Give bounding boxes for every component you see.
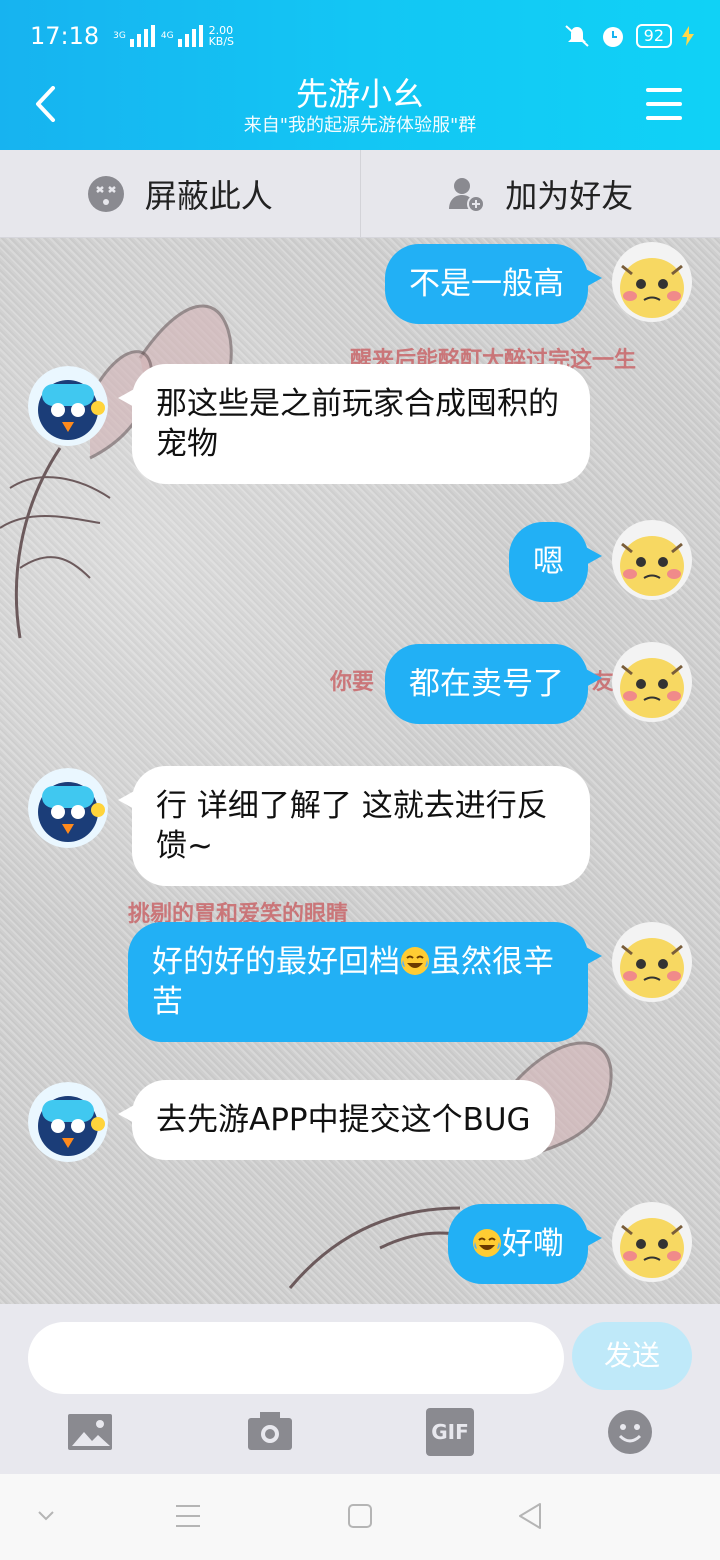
message-text: 行 详细了解了 这就去进行反馈~ [156, 788, 548, 864]
page-title: 先游小幺 [295, 75, 424, 113]
message-text: 好的好的最好回档 [152, 944, 400, 980]
alarm-icon [602, 27, 623, 47]
nav-hide-icon[interactable] [36, 1500, 56, 1532]
battery-indicator: 92 [635, 24, 672, 48]
net-speed-unit: KB/S [208, 35, 235, 48]
tears-of-joy-emoji-icon [401, 947, 429, 975]
menu-icon[interactable] [646, 88, 682, 120]
image-icon[interactable] [66, 1408, 114, 1456]
message-text: 嗯 [533, 544, 564, 580]
block-user-button[interactable]: 屏蔽此人 [0, 150, 360, 237]
signal-icon [129, 25, 155, 47]
message-bubble-out[interactable]: 好的好的最好回档 虽然很辛苦 [128, 922, 602, 1042]
message-bubble-in[interactable]: 行 详细了解了 这就去进行反馈~ [118, 766, 590, 886]
avatar-self[interactable] [612, 642, 692, 722]
input-bar: 发送 GIF [0, 1304, 720, 1474]
system-nav-bar [0, 1474, 720, 1560]
chat-area[interactable]: 醒来后能酩酊大醉过完这一生 你要 友 挑剔的胃和爱笑的眼睛 不是一般高 那这些是… [0, 238, 720, 1304]
status-right: 92 [564, 23, 694, 49]
header: 17:18 3G 4G 2.00 KB/S 92 先游小幺 来自"我的起源先游体… [0, 0, 720, 150]
message-bubble-out[interactable]: 嗯 [509, 522, 602, 602]
title-area: 先游小幺 来自"我的起源先游体验服"群 [0, 74, 720, 138]
block-user-label: 屏蔽此人 [144, 176, 273, 215]
add-friend-label: 加为好友 [505, 176, 634, 215]
message-text: 那这些是之前玩家合成囤积的宠物 [156, 386, 559, 462]
action-bar: 屏蔽此人 加为好友 [0, 150, 720, 238]
gif-icon[interactable]: GIF [426, 1408, 474, 1456]
signal-icon-2 [177, 25, 203, 47]
mute-icon [564, 25, 589, 47]
add-friend-button[interactable]: 加为好友 [359, 150, 720, 237]
send-button[interactable]: 发送 [572, 1322, 692, 1390]
network-type-2: 4G [160, 31, 174, 41]
status-bar: 17:18 3G 4G 2.00 KB/S 92 [30, 16, 694, 56]
nav-home-icon[interactable] [346, 1500, 374, 1532]
message-text: 都在卖号了 [409, 666, 564, 702]
tears-of-joy-emoji-icon [473, 1229, 501, 1257]
avatar-other[interactable] [28, 366, 108, 446]
net-speed: 2.00 KB/S [209, 25, 234, 47]
avatar-self[interactable] [612, 922, 692, 1002]
message-bubble-in[interactable]: 去先游APP中提交这个BUG [118, 1080, 555, 1160]
message-bubble-in[interactable]: 那这些是之前玩家合成囤积的宠物 [118, 364, 590, 484]
message-bubble-out[interactable]: 都在卖号了 [385, 644, 602, 724]
add-friend-icon [449, 177, 486, 213]
message-text: 好嘞 [502, 1226, 564, 1262]
avatar-other[interactable] [28, 1082, 108, 1162]
toolbar: GIF [0, 1408, 720, 1464]
block-face-icon [87, 175, 124, 212]
message-bubble-out[interactable]: 好嘞 [448, 1204, 602, 1284]
message-text: 不是一般高 [409, 266, 564, 302]
message-bubble-out[interactable]: 不是一般高 [385, 244, 602, 324]
charging-icon [682, 26, 694, 46]
background-caption-2: 你要 [330, 670, 375, 695]
message-input[interactable] [28, 1322, 564, 1394]
network-type-1: 3G [113, 31, 126, 41]
nav-back-icon[interactable] [516, 1500, 544, 1532]
message-text: 去先游APP中提交这个BUG [156, 1102, 531, 1138]
avatar-self[interactable] [612, 242, 692, 322]
avatar-self[interactable] [612, 1202, 692, 1282]
avatar-other[interactable] [28, 768, 108, 848]
avatar-self[interactable] [612, 520, 692, 600]
page-subtitle: 来自"我的起源先游体验服"群 [243, 115, 477, 136]
emoji-icon[interactable] [606, 1408, 654, 1456]
nav-menu-icon[interactable] [174, 1500, 202, 1532]
status-time: 17:18 [30, 22, 100, 50]
camera-icon[interactable] [246, 1408, 294, 1456]
